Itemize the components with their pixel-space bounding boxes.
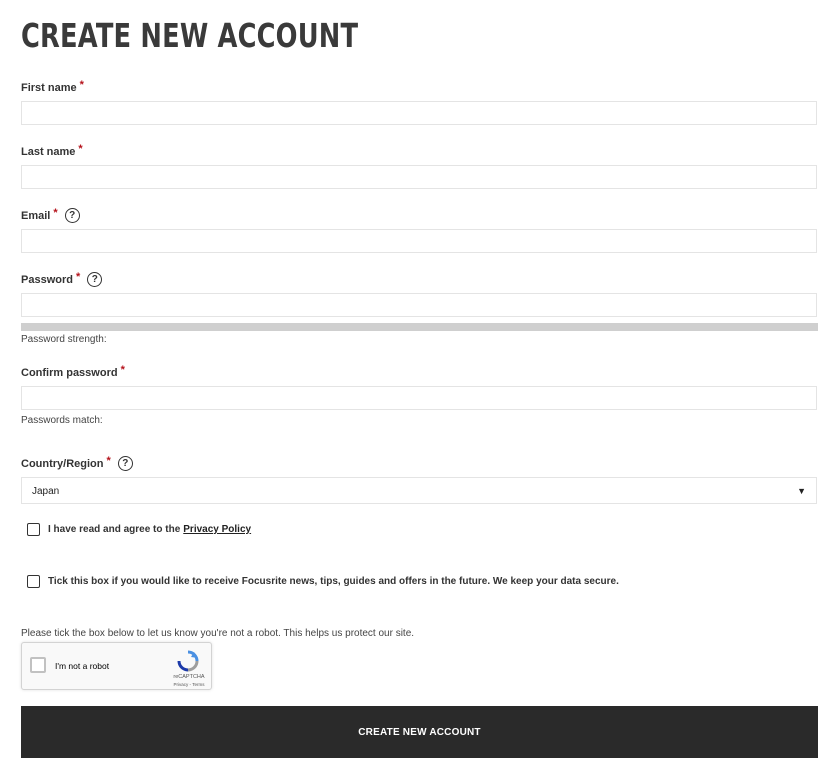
email-input[interactable] bbox=[21, 229, 817, 253]
recaptcha-label: I'm not a robot bbox=[55, 661, 110, 671]
password-strength-bar bbox=[21, 323, 818, 331]
recaptcha-checkbox[interactable] bbox=[30, 657, 46, 673]
privacy-checkbox[interactable] bbox=[27, 523, 40, 536]
country-label-text: Country/Region bbox=[21, 457, 104, 470]
first-name-label: First name * bbox=[21, 79, 84, 95]
email-label: Email * ? bbox=[21, 206, 80, 223]
create-account-button[interactable]: CREATE NEW ACCOUNT bbox=[21, 706, 818, 758]
recaptcha-terms[interactable]: Privacy - Terms bbox=[169, 682, 209, 687]
first-name-input[interactable] bbox=[21, 101, 817, 125]
required-mark: * bbox=[79, 79, 84, 91]
required-mark: * bbox=[75, 270, 81, 283]
robot-prompt-text: Please tick the box below to let us know… bbox=[21, 628, 415, 639]
recaptcha-widget: I'm not a robot reCAPTCHA Privacy - Term… bbox=[21, 642, 212, 690]
required-mark: * bbox=[53, 206, 58, 219]
required-mark: * bbox=[120, 364, 125, 376]
password-strength-text: Password strength: bbox=[21, 334, 107, 345]
dropdown-arrow-icon: ▼ bbox=[797, 486, 806, 496]
recaptcha-brand: reCAPTCHA bbox=[173, 674, 205, 680]
last-name-label: Last name * bbox=[21, 143, 83, 159]
newsletter-checkbox[interactable] bbox=[27, 575, 40, 588]
help-icon[interactable]: ? bbox=[87, 272, 103, 287]
privacy-checkbox-row: I have read and agree to the Privacy Pol… bbox=[27, 523, 251, 536]
password-input[interactable] bbox=[21, 293, 817, 317]
email-label-text: Email bbox=[21, 209, 51, 222]
privacy-policy-link[interactable]: Privacy Policy bbox=[183, 524, 251, 535]
password-label-text: Password bbox=[21, 273, 73, 286]
privacy-text: I have read and agree to the bbox=[48, 524, 181, 535]
country-label: Country/Region * ? bbox=[21, 454, 133, 471]
newsletter-checkbox-row: Tick this box if you would like to recei… bbox=[27, 575, 619, 588]
recaptcha-logo-icon bbox=[177, 650, 199, 672]
confirm-password-input[interactable] bbox=[21, 386, 817, 410]
passwords-match-text: Passwords match: bbox=[21, 415, 103, 426]
help-icon[interactable]: ? bbox=[117, 456, 133, 471]
first-name-label-text: First name bbox=[21, 82, 77, 94]
required-mark: * bbox=[106, 454, 111, 467]
confirm-password-label-text: Confirm password bbox=[21, 367, 118, 379]
last-name-label-text: Last name bbox=[21, 146, 76, 158]
country-selected-value: Japan bbox=[32, 486, 60, 497]
page-title: CREATE NEW ACCOUNT bbox=[21, 16, 359, 55]
country-select[interactable]: Japan ▼ bbox=[21, 477, 817, 504]
required-mark: * bbox=[78, 143, 83, 155]
help-icon[interactable]: ? bbox=[64, 208, 80, 223]
password-label: Password * ? bbox=[21, 270, 103, 287]
last-name-input[interactable] bbox=[21, 165, 817, 189]
confirm-password-label: Confirm password * bbox=[21, 364, 125, 380]
newsletter-text: Tick this box if you would like to recei… bbox=[48, 576, 619, 587]
